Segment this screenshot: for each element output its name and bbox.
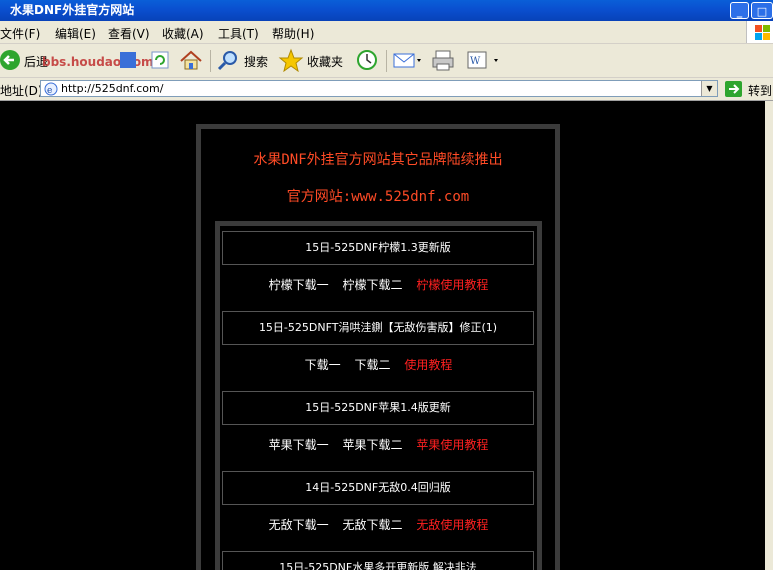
download-list: 15日-525DNF柠檬1.3更新版 柠檬下载一 柠檬下载二 柠檬使用教程 15… <box>215 221 542 570</box>
item-links: 下载一 下载二 使用教程 <box>220 356 537 373</box>
favorites-star-icon[interactable] <box>278 48 304 72</box>
item-title: 15日-525DNF苹果1.4版更新 <box>222 391 534 425</box>
window-title: 水果DNF外挂官方网站 <box>10 3 135 17</box>
favorites-label[interactable]: 收藏夹 <box>307 53 343 70</box>
item-title: 15日-525DNF柠檬1.3更新版 <box>222 231 534 265</box>
vertical-scrollbar[interactable] <box>765 101 773 570</box>
url-text: http://525dnf.com/ <box>61 82 164 95</box>
menu-help[interactable]: 帮助(H) <box>272 25 314 42</box>
history-icon[interactable] <box>354 48 380 72</box>
go-arrow-icon <box>725 81 742 97</box>
address-input[interactable]: e http://525dnf.com/ ▼ <box>40 80 718 97</box>
item-links: 柠檬下载一 柠檬下载二 柠檬使用教程 <box>220 276 537 293</box>
stop-icon[interactable] <box>118 48 138 72</box>
download-link-1[interactable]: 无敌下载一 <box>269 518 329 532</box>
address-bar: 地址(D) e http://525dnf.com/ ▼ 转到 <box>0 78 773 101</box>
item-title: 15日-525DNFT涓哄洼鍘【无敌伤害版】修正(1) <box>222 311 534 345</box>
tutorial-link[interactable]: 使用教程 <box>404 358 452 372</box>
minimize-button[interactable]: _ <box>730 2 749 19</box>
address-dropdown-icon[interactable]: ▼ <box>701 81 717 96</box>
title-bar: 水果DNF外挂官方网站 _ □ <box>0 0 773 21</box>
item-title: 15日-525DNF水果多开更新版 解决非法 <box>222 551 534 570</box>
tutorial-link[interactable]: 柠檬使用教程 <box>416 278 488 292</box>
headline-brands: 水果DNF外挂官方网站其它品牌陆续推出 <box>253 152 503 168</box>
svg-text:e: e <box>47 86 52 96</box>
menu-edit[interactable]: 编辑(E) <box>55 25 96 42</box>
download-link-2[interactable]: 下载二 <box>354 358 390 372</box>
menu-tools[interactable]: 工具(T) <box>218 25 259 42</box>
menu-favorites[interactable]: 收藏(A) <box>162 25 204 42</box>
item-links: 无敌下载一 无敌下载二 无敌使用教程 <box>220 516 537 533</box>
download-link-1[interactable]: 下载一 <box>305 358 341 372</box>
tutorial-link[interactable]: 苹果使用教程 <box>416 438 488 452</box>
menu-file[interactable]: 文件(F) <box>0 25 40 42</box>
go-label: 转到 <box>748 84 773 98</box>
page-content: 水果DNF外挂官方网站其它品牌陆续推出 官方网站:www.525dnf.com … <box>0 101 765 570</box>
edit-icon[interactable]: W <box>464 48 502 72</box>
download-link-2[interactable]: 无敌下载二 <box>342 518 402 532</box>
download-link-2[interactable]: 苹果下载二 <box>342 438 402 452</box>
headline-website: 官方网站:www.525dnf.com <box>286 189 470 205</box>
item-title: 14日-525DNF无敌0.4回归版 <box>222 471 534 505</box>
menu-bar: 文件(F) 编辑(E) 查看(V) 收藏(A) 工具(T) 帮助(H) <box>0 21 773 44</box>
print-icon[interactable] <box>430 48 458 72</box>
windows-logo-icon <box>746 21 773 43</box>
go-button[interactable]: 转到 <box>724 80 772 101</box>
home-icon[interactable] <box>178 48 204 72</box>
back-arrow-icon[interactable] <box>0 48 22 72</box>
search-icon[interactable] <box>216 48 242 72</box>
address-label: 地址(D) <box>0 84 43 98</box>
download-link-1[interactable]: 柠檬下载一 <box>269 278 329 292</box>
search-label[interactable]: 搜索 <box>244 53 268 70</box>
refresh-icon[interactable] <box>150 48 170 72</box>
download-link-2[interactable]: 柠檬下载二 <box>342 278 402 292</box>
maximize-button[interactable]: □ <box>751 2 773 19</box>
download-link-1[interactable]: 苹果下载一 <box>269 438 329 452</box>
toolbar: 后退 bbs.houdao.com 搜索 收藏夹 W <box>0 44 773 78</box>
svg-text:W: W <box>470 56 481 67</box>
main-panel: 水果DNF外挂官方网站其它品牌陆续推出 官方网站:www.525dnf.com … <box>196 124 560 570</box>
menu-view[interactable]: 查看(V) <box>108 25 150 42</box>
page-icon: e <box>44 82 58 96</box>
item-links: 苹果下载一 苹果下载二 苹果使用教程 <box>220 436 537 453</box>
mail-icon[interactable] <box>392 48 422 72</box>
tutorial-link[interactable]: 无敌使用教程 <box>416 518 488 532</box>
